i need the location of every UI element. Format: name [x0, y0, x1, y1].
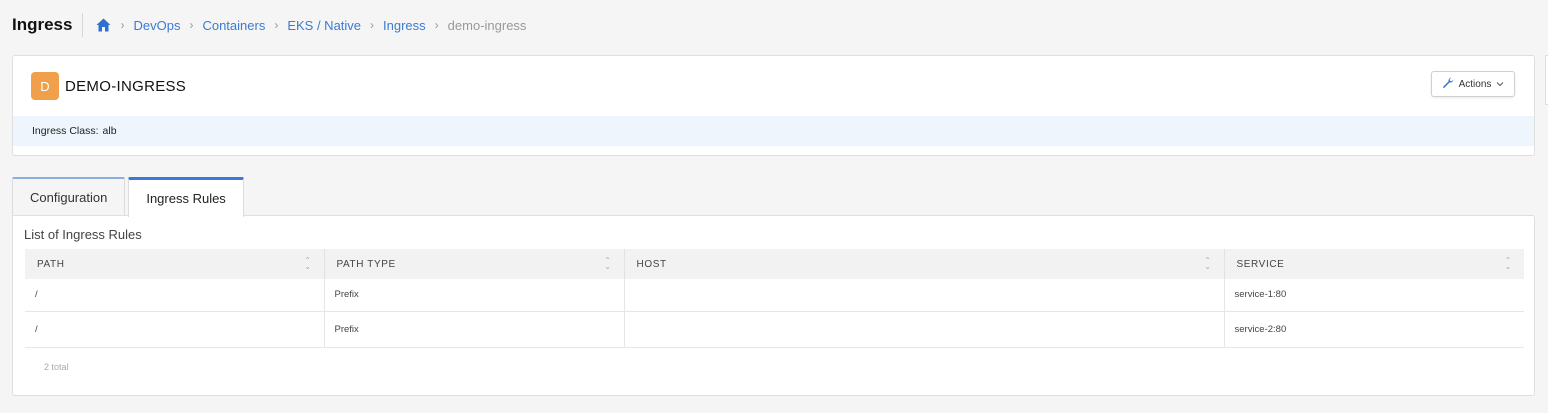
home-icon[interactable]: [95, 17, 111, 33]
actions-label: Actions: [1458, 78, 1492, 90]
list-title: List of Ingress Rules: [24, 227, 142, 242]
total-count: 2 total: [44, 362, 69, 372]
table-row[interactable]: / Prefix service-2:80: [25, 311, 1524, 347]
breadcrumb-devops[interactable]: DevOps: [133, 18, 180, 33]
table-header-row: PATH ⌃ ⌄ PATH TYPE ⌃ ⌄ HOST ⌃ ⌄ SERVICE ⌃ ⌄: [25, 249, 1524, 279]
resource-name: DEMO-INGRESS: [65, 77, 187, 95]
ingress-class-value: alb: [102, 125, 117, 137]
cell-path-type: Prefix: [324, 279, 625, 311]
sort-icon[interactable]: ⌃ ⌄: [304, 257, 311, 271]
cell-host: [624, 311, 1225, 347]
cell-service: service-1:80: [1234, 289, 1287, 301]
avatar: D: [31, 72, 59, 100]
breadcrumb-separator: ›: [189, 18, 194, 32]
breadcrumb-eks-native[interactable]: EKS / Native: [287, 18, 361, 33]
ingress-class-label: Ingress Class:: [32, 125, 99, 137]
cell-path: /: [25, 311, 325, 347]
breadcrumb-separator: ›: [370, 18, 375, 32]
column-header-service[interactable]: SERVICE ⌃ ⌄: [1224, 249, 1524, 279]
breadcrumb-current: demo-ingress: [447, 17, 527, 33]
tab-ingress-rules[interactable]: Ingress Rules: [128, 177, 244, 217]
cell-path-type: Prefix: [324, 311, 625, 347]
breadcrumb-separator: ›: [434, 18, 439, 32]
resource-summary-card: D DEMO-INGRESS Actions Ingress Class: al…: [12, 55, 1535, 156]
tab-configuration[interactable]: Configuration: [12, 177, 126, 216]
breadcrumb-ingress[interactable]: Ingress: [383, 18, 426, 33]
table-row[interactable]: / Prefix service-1:80: [25, 279, 1524, 311]
wrench-icon: [1442, 77, 1454, 92]
actions-button[interactable]: Actions: [1431, 71, 1515, 97]
resource-header: D DEMO-INGRESS: [31, 72, 186, 100]
breadcrumb-containers[interactable]: Containers: [202, 18, 265, 33]
column-header-host[interactable]: HOST ⌃ ⌄: [624, 249, 1225, 279]
sort-icon[interactable]: ⌃ ⌄: [604, 257, 611, 271]
breadcrumb: › DevOps › Containers › EKS / Native › I…: [95, 17, 526, 33]
page-title: Ingress: [12, 13, 84, 37]
column-header-path-type[interactable]: PATH TYPE ⌃ ⌄: [324, 249, 625, 279]
ingress-rules-panel: List of Ingress Rules PATH ⌃ ⌄ PATH TYPE …: [12, 215, 1535, 396]
ingress-rules-table: PATH ⌃ ⌄ PATH TYPE ⌃ ⌄ HOST ⌃ ⌄ SERVICE ⌃ ⌄: [25, 249, 1524, 348]
breadcrumb-separator: ›: [274, 18, 279, 32]
column-header-path[interactable]: PATH ⌃ ⌄: [25, 249, 325, 279]
cell-path: /: [25, 279, 325, 311]
breadcrumb-separator: ›: [120, 18, 125, 32]
ingress-class-bar: Ingress Class: alb: [13, 116, 1534, 146]
sort-icon[interactable]: ⌃ ⌄: [1505, 257, 1512, 271]
cell-host: [624, 279, 1225, 311]
chevron-down-icon: [1496, 79, 1504, 90]
tab-bar: Configuration Ingress Rules: [12, 177, 244, 217]
sort-icon[interactable]: ⌃ ⌄: [1204, 257, 1211, 271]
page-header: Ingress › DevOps › Containers › EKS / Na…: [12, 12, 526, 38]
cell-service: service-2:80: [1234, 323, 1287, 335]
